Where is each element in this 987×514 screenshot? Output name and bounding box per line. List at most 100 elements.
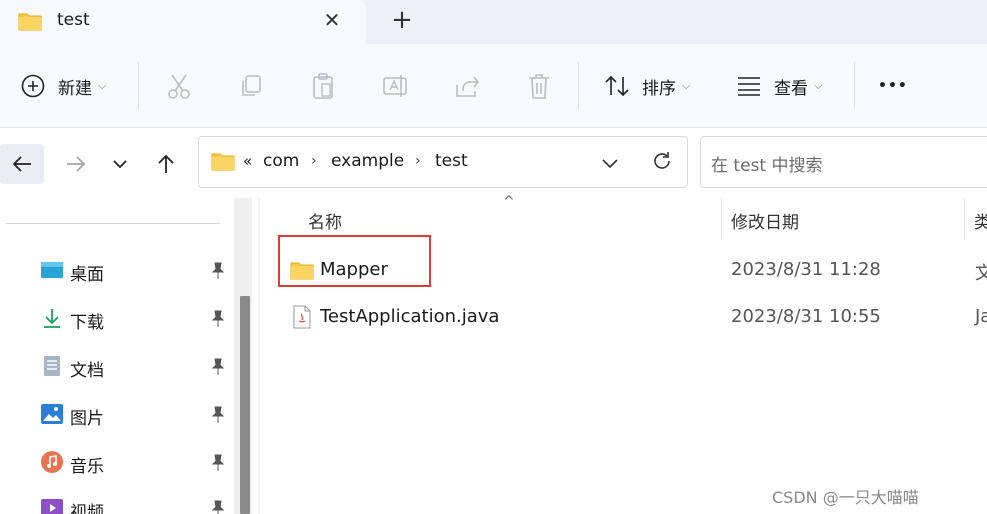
sort-button-label: 排序 — [642, 78, 676, 99]
delete-button[interactable] — [526, 68, 552, 104]
chevron-down-icon[interactable] — [601, 155, 619, 174]
rename-button[interactable] — [382, 68, 410, 104]
rename-icon — [382, 73, 410, 99]
up-button[interactable] — [144, 144, 188, 184]
file-date: 2023/8/31 11:28 — [731, 259, 881, 280]
breadcrumb-com[interactable]: com — [263, 151, 299, 171]
document-icon — [40, 355, 64, 381]
arrow-up-icon — [158, 154, 174, 173]
tab-title: test — [57, 10, 90, 30]
table-row[interactable]: TestApplication.java 2023/8/31 10:55 Ja — [280, 297, 987, 337]
new-tab-button[interactable]: + — [388, 5, 416, 35]
scrollbar-thumb[interactable] — [240, 296, 250, 514]
back-button[interactable] — [0, 144, 44, 184]
share-button[interactable] — [454, 68, 480, 104]
pin-icon[interactable] — [210, 500, 226, 514]
sort-button[interactable]: 排序 ⌵ — [604, 68, 690, 104]
more-options-button[interactable]: ••• — [878, 68, 908, 104]
separator — [578, 62, 579, 110]
column-separator[interactable] — [964, 198, 965, 240]
arrow-left-icon — [12, 156, 31, 172]
java-file-icon — [292, 305, 312, 333]
sidebar-item-label: 桌面 — [70, 264, 104, 285]
separator — [138, 62, 139, 110]
file-type: Ja — [975, 306, 987, 327]
paste-button[interactable] — [310, 68, 336, 104]
folder-icon — [290, 260, 314, 284]
desktop-icon — [40, 260, 64, 284]
pin-icon[interactable] — [210, 262, 226, 284]
copy-icon — [238, 73, 264, 99]
more-icon: ••• — [878, 78, 908, 94]
watermark: CSDN @一只大喵喵 — [772, 488, 919, 507]
breadcrumb-example[interactable]: example — [331, 151, 404, 171]
chevron-down-icon: ⌵ — [98, 79, 107, 92]
download-icon — [40, 307, 64, 333]
refresh-icon[interactable] — [651, 150, 673, 176]
file-type: 文 — [975, 263, 987, 284]
tab-test[interactable]: test ✕ — [0, 0, 366, 44]
sort-icon — [604, 73, 630, 99]
file-date: 2023/8/31 10:55 — [731, 306, 881, 327]
pin-icon[interactable] — [210, 406, 226, 428]
column-header-type[interactable]: 类 — [974, 208, 987, 233]
breadcrumb-separator: › — [311, 153, 317, 169]
chevron-down-icon: ⌵ — [682, 79, 691, 92]
scissors-icon — [166, 72, 192, 100]
search-placeholder: 在 test 中搜索 — [711, 156, 823, 176]
share-icon — [454, 73, 480, 99]
trash-icon — [526, 72, 552, 100]
column-header-date[interactable]: 修改日期 — [731, 208, 799, 233]
folder-icon — [18, 11, 42, 35]
clipboard-icon — [310, 72, 336, 100]
breadcrumb-separator: › — [415, 153, 421, 169]
sidebar-item-music[interactable]: 音乐 — [40, 450, 230, 478]
forward-button[interactable] — [54, 144, 98, 184]
sidebar-item-label: 图片 — [70, 408, 104, 429]
file-list: ^ 名称 修改日期 类 Mapper 2023/8/31 11:28 文 Tes… — [260, 194, 987, 514]
sidebar-item-downloads[interactable]: 下载 — [40, 306, 230, 334]
sidebar-item-pictures[interactable]: 图片 — [40, 402, 230, 430]
pin-icon[interactable] — [210, 310, 226, 332]
column-header-name[interactable]: 名称 — [308, 208, 342, 233]
sidebar-item-desktop[interactable]: 桌面 — [40, 258, 230, 286]
divider — [6, 223, 220, 224]
copy-button[interactable] — [238, 68, 264, 104]
pin-icon[interactable] — [210, 454, 226, 476]
breadcrumb-overflow[interactable]: « — [243, 152, 252, 170]
file-name: Mapper — [320, 259, 388, 280]
pin-icon[interactable] — [210, 358, 226, 380]
sidebar-item-label: 音乐 — [70, 456, 104, 477]
sidebar-item-documents[interactable]: 文档 — [40, 354, 230, 382]
sidebar-item-label: 视频 — [70, 502, 104, 514]
separator — [854, 62, 855, 110]
close-icon[interactable]: ✕ — [318, 6, 346, 34]
sidebar-item-label: 文档 — [70, 360, 104, 381]
address-row: « com › example › test 在 test 中搜索 — [0, 128, 987, 198]
tab-strip: test ✕ + — [0, 0, 987, 44]
search-box[interactable]: 在 test 中搜索 — [700, 136, 987, 188]
table-row[interactable]: Mapper 2023/8/31 11:28 文 — [280, 250, 987, 290]
breadcrumb-test[interactable]: test — [435, 151, 468, 171]
file-name: TestApplication.java — [320, 306, 500, 327]
arrow-right-icon — [67, 156, 86, 172]
folder-icon — [211, 151, 235, 175]
cut-button[interactable] — [166, 68, 192, 104]
column-separator[interactable] — [721, 198, 722, 240]
address-bar[interactable]: « com › example › test — [198, 136, 688, 188]
new-button[interactable]: 新建 ⌵ — [20, 68, 106, 104]
view-button-label: 查看 — [774, 78, 808, 99]
sidebar-item-label: 下载 — [70, 312, 104, 333]
navigation-pane: 桌面 下载 文档 图片 音乐 视频 — [0, 198, 232, 514]
chevron-down-icon: ⌵ — [814, 79, 823, 92]
new-button-label: 新建 — [58, 78, 92, 99]
video-icon — [40, 497, 64, 514]
pictures-icon — [40, 403, 64, 429]
plus-circle-icon — [20, 73, 46, 99]
sort-ascending-icon: ^ — [503, 194, 515, 210]
music-icon — [40, 450, 64, 478]
recent-locations-button[interactable] — [98, 144, 142, 184]
view-button[interactable]: 查看 ⌵ — [736, 68, 822, 104]
list-view-icon — [736, 75, 762, 97]
sidebar-item-videos[interactable]: 视频 — [40, 496, 230, 514]
